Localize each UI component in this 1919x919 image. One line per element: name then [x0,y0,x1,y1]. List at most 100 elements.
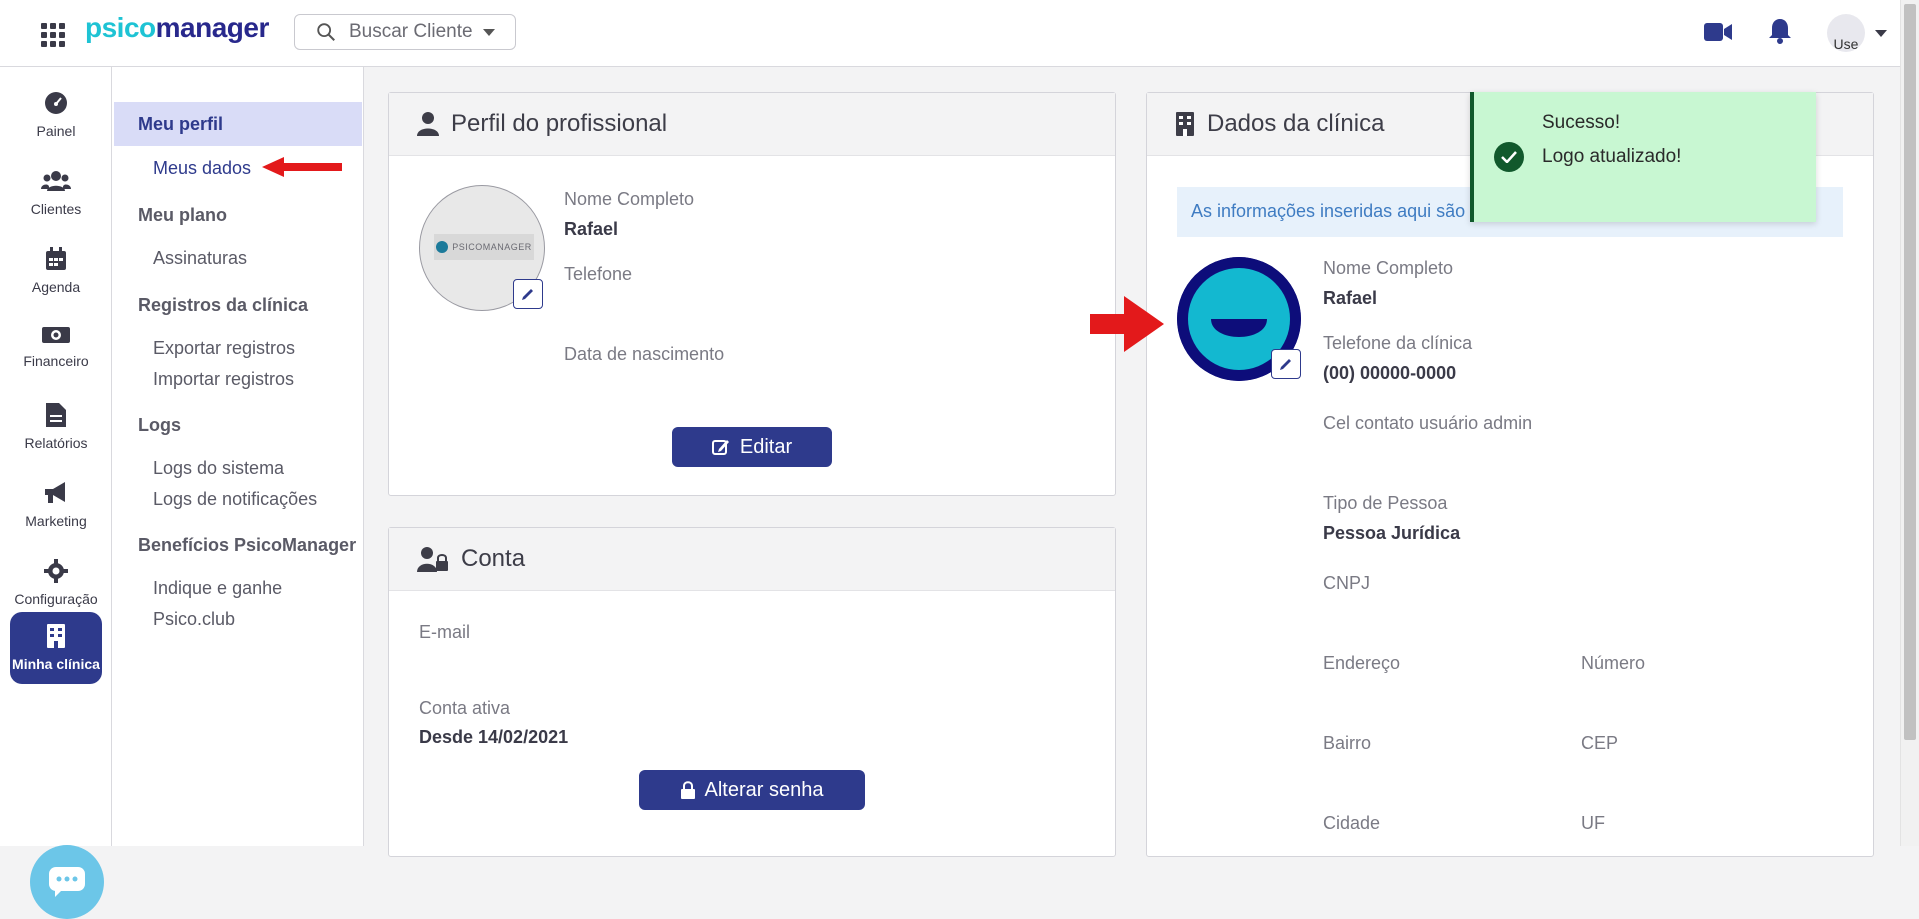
pencil-icon [522,289,533,300]
clinic-tel-label: Telefone da clínica [1323,333,1473,353]
clinic-uf-label: UF [1581,813,1605,833]
subnav-logs-sistema[interactable]: Logs do sistema [153,458,284,479]
change-password-label: Alterar senha [704,778,824,801]
edit-profile-button[interactable]: Editar [672,427,832,467]
user-icon [417,112,439,136]
video-camera-icon[interactable] [1704,22,1732,42]
profile-card-header: Perfil do profissional [389,93,1115,156]
nav-label: Painel [36,123,76,139]
subnav-exportar-registros[interactable]: Exportar registros [153,338,295,359]
search-icon [317,23,335,41]
clinic-cidade-label: Cidade [1323,813,1381,833]
subnav-beneficios[interactable]: Benefícios PsicoManager [138,535,356,556]
clinic-cel-label: Cel contato usuário admin [1323,413,1533,433]
search-client-dropdown[interactable]: Buscar Cliente [294,14,516,50]
user-lock-icon [417,547,448,572]
subnav-meu-plano[interactable]: Meu plano [138,205,227,226]
nome-value: Rafael [564,219,619,239]
conta-ativa-label: Conta ativa [419,698,511,718]
chat-support-button[interactable] [30,845,104,919]
annotation-arrow-left [262,157,342,177]
clinic-tel-value: (00) 00000-0000 [1323,363,1457,383]
edit-logo-button[interactable] [1271,349,1301,379]
user-avatar[interactable]: Use [1827,14,1865,52]
top-bar: psicomanager Buscar Cliente Use [0,0,1900,67]
nav-configuracao[interactable]: Configuração [0,545,112,615]
nav-label: Configuração [14,591,98,607]
clinic-card-title: Dados da clínica [1207,110,1385,137]
photo-watermark: PSICOMANAGER [434,234,534,260]
clinic-cep-label: CEP [1581,733,1619,753]
dashboard-icon [45,92,67,114]
nav-label: Clientes [30,201,82,217]
check-circle-icon [1494,142,1524,172]
page-scrollbar[interactable] [1900,0,1919,846]
nav-painel[interactable]: Painel [0,77,112,147]
account-card-header: Conta [389,528,1115,591]
edit-icon [711,440,729,455]
calendar-icon [46,247,66,270]
nav-marketing[interactable]: Marketing [0,467,112,537]
subnav-meus-dados[interactable]: Meus dados [153,158,251,179]
app-logo[interactable]: psicomanager [85,12,269,44]
edit-photo-button[interactable] [513,279,543,309]
subnav-logs-notificacoes[interactable]: Logs de notificações [153,489,317,510]
nav-label: Financeiro [23,353,89,369]
conta-ativa-value: Desde 14/02/2021 [419,727,569,747]
toast-title: Sucesso! [1542,112,1621,133]
chevron-down-icon [482,28,495,36]
nascimento-label: Data de nascimento [564,344,725,364]
clinic-bairro-label: Bairro [1323,733,1372,753]
logo-part-psico: psico [85,12,156,43]
subnav-indique-ganhe[interactable]: Indique e ganhe [153,578,282,599]
chat-icon [49,867,85,897]
account-card-title: Conta [461,545,526,572]
email-label: E-mail [419,622,471,642]
telefone-label: Telefone [564,264,633,284]
building-icon [47,624,65,648]
clinic-tipo-value: Pessoa Jurídica [1323,523,1461,543]
logo-part-manager: manager [155,12,270,43]
subnav-meu-perfil[interactable]: Meu perfil [114,102,362,146]
nav-label: Minha clínica [12,656,100,672]
nav-label: Marketing [25,513,87,529]
nav-financeiro[interactable]: Financeiro [0,311,112,381]
bell-icon[interactable] [1768,17,1792,45]
search-label: Buscar Cliente [349,21,473,42]
nav-relatorios[interactable]: Relatórios [0,389,112,459]
pencil-icon [1280,359,1291,370]
profile-card-title: Perfil do profissional [451,110,668,137]
gear-icon [44,559,68,583]
megaphone-icon [45,482,65,503]
nome-label: Nome Completo [564,189,695,209]
apps-grid-icon[interactable] [38,20,65,47]
clinic-nome-value: Rafael [1323,288,1378,308]
clinic-nome-label: Nome Completo [1323,258,1454,278]
nav-label: Relatórios [24,435,88,451]
money-icon [42,327,70,343]
profile-subnav: Meu perfil Meus dados Meu plano Assinatu… [112,67,364,846]
chevron-down-icon[interactable] [1875,30,1887,37]
subnav-assinaturas[interactable]: Assinaturas [153,248,247,269]
nav-minha-clinica[interactable]: Minha clínica [10,612,102,684]
clinic-tipo-label: Tipo de Pessoa [1323,493,1448,513]
clinic-endereco-label: Endereço [1323,653,1401,673]
scrollbar-thumb[interactable] [1904,4,1916,740]
subnav-logs[interactable]: Logs [138,415,181,436]
building-icon [1176,112,1194,136]
users-icon [41,171,71,191]
profile-card: Perfil do profissional PSICOMANAGER Nome… [388,92,1116,496]
main-nav-rail: Painel Clientes Agenda Financeiro Relató… [0,67,112,919]
account-card: Conta E-mail Conta ativa Desde 14/02/202… [388,527,1116,857]
subnav-psico-club[interactable]: Psico.club [153,609,235,630]
edit-button-label: Editar [739,435,793,458]
success-toast[interactable]: Sucesso! Logo atualizado! [1470,92,1816,222]
report-icon [46,403,66,427]
subnav-importar-registros[interactable]: Importar registros [153,369,294,390]
change-password-button[interactable]: Alterar senha [639,770,865,810]
toast-message: Logo atualizado! [1542,146,1682,167]
nav-agenda[interactable]: Agenda [0,233,112,303]
nav-clientes[interactable]: Clientes [0,155,112,225]
nav-label: Agenda [31,279,81,295]
subnav-registros[interactable]: Registros da clínica [138,295,308,316]
